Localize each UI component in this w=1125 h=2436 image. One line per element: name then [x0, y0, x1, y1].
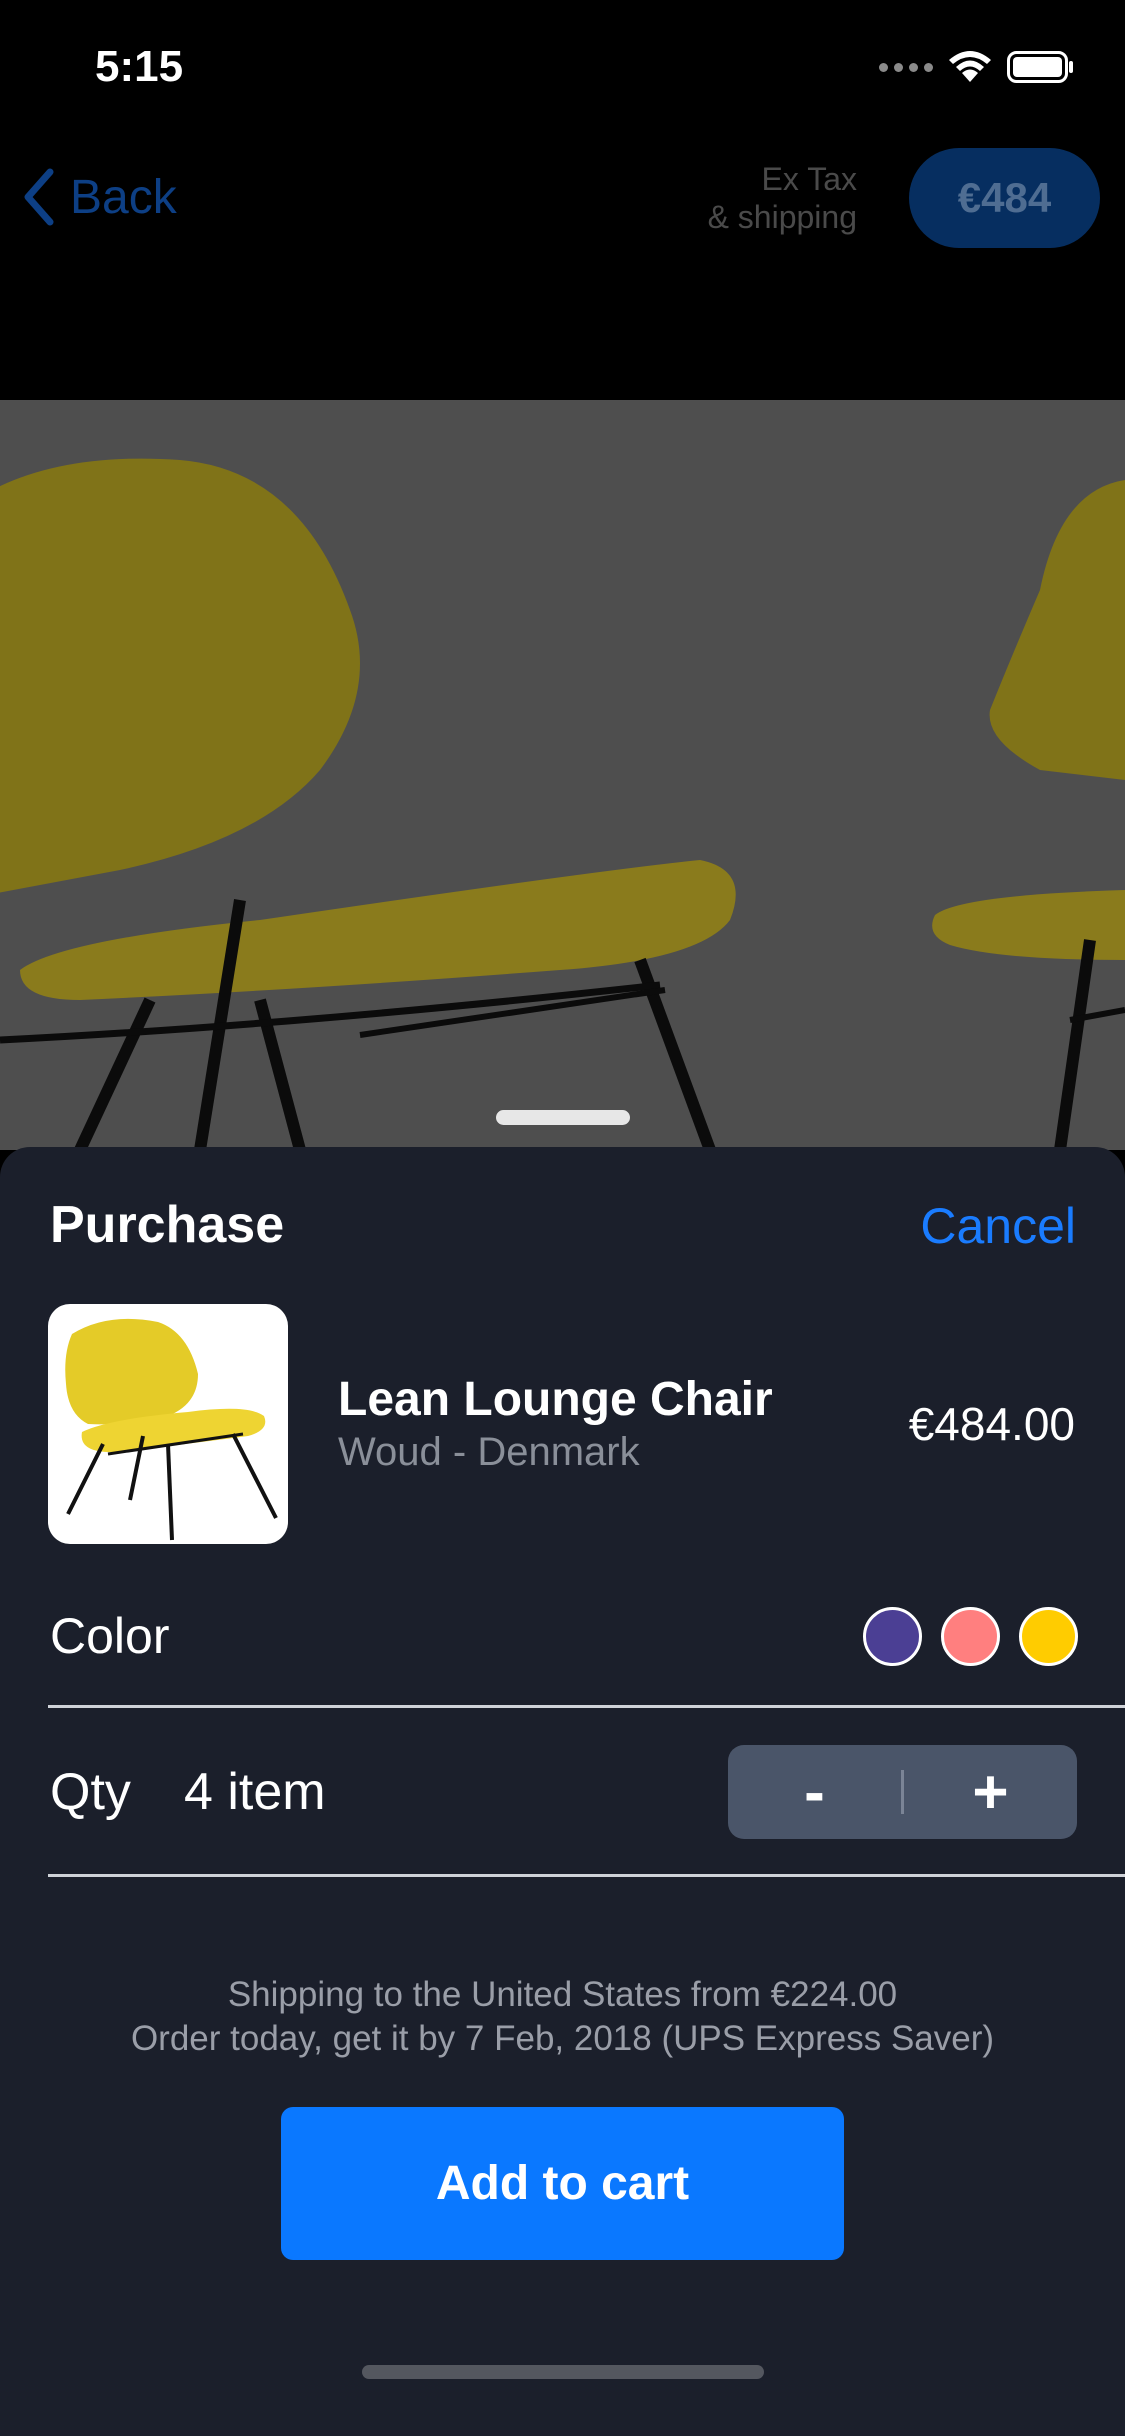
product-brand: Woud - Denmark [338, 1430, 640, 1474]
product-name: Lean Lounge Chair [338, 1373, 773, 1426]
status-time: 5:15 [95, 42, 184, 91]
chair-illustration [0, 458, 1125, 1150]
chevron-left-icon [24, 168, 54, 226]
qty-label: Qty [50, 1763, 131, 1821]
cancel-button[interactable]: Cancel [920, 1197, 1076, 1255]
purchase-sheet: Purchase Cancel Lean Lounge Chair Woud -… [0, 1147, 1125, 2436]
back-label: Back [70, 170, 177, 224]
back-button[interactable]: Back [22, 168, 177, 226]
sheet-grabber[interactable] [496, 1110, 630, 1125]
home-indicator[interactable] [362, 2365, 764, 2379]
battery-icon [1007, 51, 1073, 83]
qty-value: 4 item [184, 1763, 326, 1821]
divider [48, 1874, 1125, 1877]
cellular-dots-icon [879, 62, 933, 72]
sheet-title: Purchase [50, 1196, 285, 1254]
add-to-cart-button[interactable]: Add to cart [281, 2107, 844, 2260]
status-icons [879, 50, 1075, 84]
status-bar: 5:15 [0, 0, 1125, 135]
product-price: €484.00 [908, 1398, 1075, 1450]
shipping-line: Shipping to the United States from €224.… [227, 1975, 898, 2014]
decrement-button[interactable]: - [728, 1745, 901, 1839]
chair-thumbnail-illustration [65, 1318, 278, 1541]
price-note-line1: Ex Tax [761, 161, 857, 197]
color-swatch-pink[interactable] [941, 1607, 1000, 1666]
delivery-line: Order today, get it by 7 Feb, 2018 (UPS … [130, 2019, 995, 2058]
price-pill-button[interactable]: €484 [909, 148, 1100, 248]
color-swatch-yellow[interactable] [1019, 1607, 1078, 1666]
increment-button[interactable]: + [904, 1745, 1077, 1839]
nav-bar: Back Ex Tax & shipping €484 [0, 135, 1125, 400]
divider [48, 1705, 1125, 1708]
quantity-stepper: - + [728, 1745, 1077, 1839]
product-thumbnail [48, 1304, 288, 1544]
color-label: Color [50, 1608, 170, 1664]
product-hero-image [0, 400, 1125, 1150]
shipping-info: Shipping to the United States from €224.… [0, 1973, 1125, 2061]
color-swatch-purple[interactable] [863, 1607, 922, 1666]
price-note: Ex Tax & shipping [708, 160, 857, 236]
wifi-icon [949, 51, 991, 82]
color-swatches [863, 1607, 1078, 1666]
price-note-line2: & shipping [707, 199, 857, 235]
